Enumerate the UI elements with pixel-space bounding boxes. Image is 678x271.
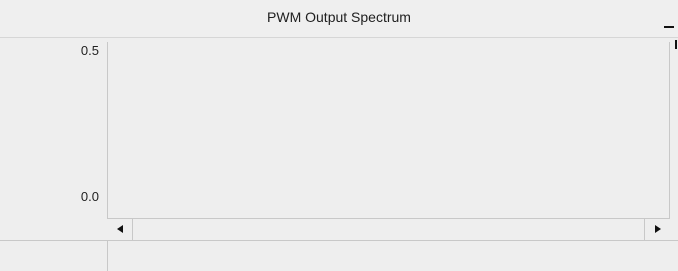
right-arrow-icon bbox=[655, 225, 661, 233]
footer-left-cell bbox=[0, 241, 107, 271]
scroll-right-button[interactable] bbox=[644, 219, 670, 240]
right-edge-marker bbox=[675, 40, 677, 49]
y-axis-max-label: 0.5 bbox=[80, 43, 99, 58]
scroll-track[interactable] bbox=[133, 219, 644, 240]
minimize-button[interactable] bbox=[662, 12, 676, 32]
y-axis-min-label: 0.0 bbox=[80, 189, 99, 204]
left-arrow-icon bbox=[117, 225, 123, 233]
scroll-left-button[interactable] bbox=[107, 219, 133, 240]
spectrum-plot-area bbox=[107, 42, 670, 218]
panel-title: PWM Output Spectrum bbox=[267, 9, 411, 25]
footer-right-cell bbox=[107, 241, 678, 271]
pwm-output-spectrum-panel: PWM Output Spectrum 0.5 0.0 bbox=[0, 0, 678, 271]
horizontal-scrollbar[interactable] bbox=[107, 218, 670, 240]
title-bar: PWM Output Spectrum bbox=[0, 0, 678, 38]
y-axis: 0.5 0.0 bbox=[0, 38, 107, 241]
